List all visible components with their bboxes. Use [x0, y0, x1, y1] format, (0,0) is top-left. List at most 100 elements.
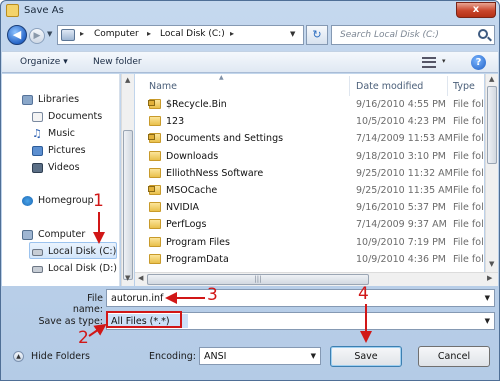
- lock-icon: [148, 186, 155, 192]
- breadcrumb-chevron-icon[interactable]: ▸: [230, 29, 234, 38]
- breadcrumb-local-disk[interactable]: Local Disk (C:): [160, 29, 225, 39]
- encoding-label: Encoding:: [149, 351, 196, 362]
- file-list-hscroll-thumb[interactable]: |||: [147, 274, 369, 285]
- organize-label: Organize: [20, 57, 61, 67]
- scroll-left-icon[interactable]: ◀: [138, 274, 143, 282]
- annotation-number: 2: [78, 328, 89, 348]
- column-divider[interactable]: [447, 76, 448, 96]
- breadcrumb-chevron-icon[interactable]: ▸: [147, 29, 151, 38]
- command-toolbar: Organize ▾ New folder ▾ ?: [2, 51, 498, 73]
- homegroup-icon: [22, 196, 33, 206]
- file-date: 10/9/2010 7:19 PM: [356, 236, 447, 248]
- videos-icon: [32, 163, 43, 173]
- encoding-select[interactable]: ANSI ▼: [199, 347, 321, 365]
- file-date: 10/5/2010 4:23 PM: [356, 116, 447, 128]
- refresh-button[interactable]: ↻: [306, 25, 328, 45]
- computer-icon: [22, 230, 33, 240]
- nav-label: Libraries: [38, 94, 80, 105]
- cancel-button[interactable]: Cancel: [418, 346, 490, 367]
- pictures-icon: [32, 146, 43, 156]
- nav-label: Pictures: [48, 145, 86, 156]
- change-view-icon[interactable]: [422, 57, 436, 68]
- forward-button[interactable]: ▶: [29, 28, 45, 44]
- file-date: 9/16/2010 4:55 PM: [356, 99, 447, 110]
- close-button[interactable]: x: [456, 2, 496, 18]
- lock-icon: [148, 134, 155, 141]
- column-header-date[interactable]: Date modified: [356, 81, 423, 92]
- scroll-right-icon[interactable]: ▶: [487, 274, 492, 282]
- annotation-number: 1: [93, 191, 104, 211]
- recent-pages-dropdown[interactable]: ▼: [47, 30, 52, 38]
- save-button[interactable]: Save: [330, 346, 402, 367]
- breadcrumb-chevron-icon[interactable]: ▸: [80, 29, 84, 38]
- organize-menu[interactable]: Organize ▾: [20, 57, 68, 67]
- breadcrumb-computer[interactable]: Computer: [94, 29, 139, 39]
- annotation-number: 4: [358, 284, 369, 304]
- file-date: 7/14/2009 11:53 AM: [356, 133, 453, 145]
- nav-label: Homegroup: [38, 195, 94, 206]
- file-row[interactable]: 123 10/5/2010 4:23 PM File fol: [135, 114, 484, 130]
- hide-folders-button[interactable]: ▲ Hide Folders: [13, 351, 90, 362]
- file-list-scroll-thumb[interactable]: [487, 86, 497, 164]
- view-dropdown-icon[interactable]: ▾: [442, 57, 446, 65]
- encoding-dropdown-icon[interactable]: ▼: [311, 352, 316, 360]
- file-row[interactable]: PerfLogs 7/14/2009 9:37 AM File fol: [135, 217, 484, 233]
- help-icon[interactable]: ?: [471, 55, 486, 70]
- nav-label: Documents: [48, 111, 103, 122]
- sort-arrow-icon: ▲: [219, 74, 224, 81]
- file-row[interactable]: ElliothNess Software 9/25/2010 11:32 AM Fi…: [135, 166, 484, 182]
- file-type: File fol: [453, 219, 484, 231]
- scroll-down-icon[interactable]: ▼: [125, 274, 130, 282]
- hide-folders-label: Hide Folders: [31, 351, 90, 362]
- file-name-input[interactable]: autorun.inf ▼: [106, 289, 495, 307]
- file-type: File fol: [453, 116, 484, 128]
- file-list-vertical-scrollbar[interactable]: ▲ ▼: [485, 74, 498, 272]
- file-row[interactable]: NVIDIA 9/16/2010 5:37 PM File fol: [135, 200, 484, 216]
- nav-scroll-thumb[interactable]: [123, 130, 133, 280]
- back-button[interactable]: ◀: [7, 25, 27, 45]
- address-bar[interactable]: ▸ Computer ▸ Local Disk (C:) ▸: [57, 25, 304, 45]
- file-type: File fol: [453, 133, 484, 145]
- file-date: 9/18/2010 3:10 PM: [356, 150, 447, 162]
- encoding-value: ANSI: [204, 351, 227, 362]
- file-list: ▲ Name Date modified Type $Recycle.Bin 9/…: [135, 74, 484, 272]
- nav-label: Local Disk (C:): [48, 246, 117, 257]
- file-list-horizontal-scrollbar[interactable]: ◀ ||| ▶: [135, 272, 498, 286]
- drive-icon: [32, 249, 43, 256]
- scroll-down-icon[interactable]: ▼: [489, 260, 494, 268]
- file-date: 9/16/2010 5:37 PM: [356, 202, 447, 214]
- file-name: NVIDIA: [166, 202, 200, 214]
- annotation-box-save-type: [106, 311, 182, 328]
- file-row[interactable]: Documents and Settings 7/14/2009 11:53 AM…: [135, 131, 484, 147]
- save-as-dialog: Save As x ◀ ▶ ▼ ▸ Computer ▸ Local Disk …: [0, 0, 500, 381]
- window-title: Save As: [24, 5, 64, 16]
- file-date: 10/9/2010 4:36 PM: [356, 253, 447, 265]
- search-icon[interactable]: [478, 29, 488, 39]
- search-input[interactable]: Search Local Disk (C:): [331, 25, 495, 45]
- folder-icon: [149, 253, 161, 264]
- file-name-dropdown-icon[interactable]: ▼: [485, 294, 490, 302]
- scroll-up-icon[interactable]: ▲: [125, 76, 130, 84]
- column-header-name[interactable]: Name: [149, 81, 177, 92]
- file-row[interactable]: MSOCache 9/25/2010 11:35 AM File fol: [135, 183, 484, 199]
- file-name: $Recycle.Bin: [166, 99, 227, 110]
- file-name-value: autorun.inf: [111, 293, 164, 304]
- folder-icon: [149, 116, 161, 127]
- file-row[interactable]: $Recycle.Bin 9/16/2010 4:55 PM File fol: [135, 97, 484, 113]
- scroll-up-icon[interactable]: ▲: [489, 75, 494, 83]
- address-dropdown-icon[interactable]: ▼: [290, 30, 295, 38]
- file-name: Program Files: [166, 236, 230, 248]
- file-row[interactable]: Downloads 9/18/2010 3:10 PM File fol: [135, 149, 484, 165]
- save-type-dropdown-icon[interactable]: ▼: [485, 317, 490, 325]
- column-divider[interactable]: [349, 76, 350, 96]
- nav-scrollbar[interactable]: ▲ ▼: [121, 74, 134, 286]
- folder-icon: [149, 236, 161, 247]
- new-folder-button[interactable]: New folder: [93, 57, 142, 67]
- nav-label: Music: [48, 128, 76, 139]
- file-type: File fol: [453, 202, 484, 214]
- nav-label: Local Disk (D:): [48, 263, 117, 274]
- file-row[interactable]: ProgramData 10/9/2010 4:36 PM File fol: [135, 252, 484, 268]
- file-type: File fol: [453, 167, 484, 179]
- file-row[interactable]: Program Files 10/9/2010 7:19 PM File fol: [135, 235, 484, 251]
- column-header-type[interactable]: Type: [453, 81, 475, 92]
